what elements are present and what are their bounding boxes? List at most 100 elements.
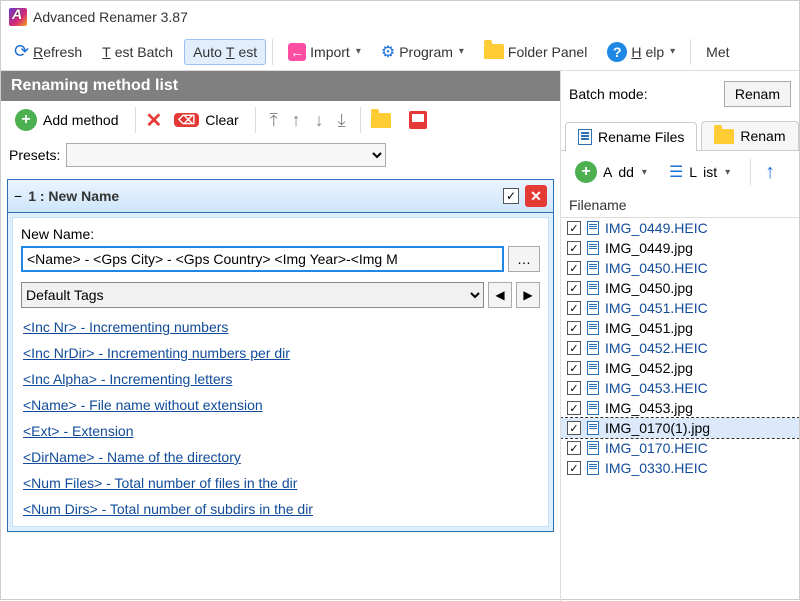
batch-mode-button[interactable]: Renam <box>724 81 791 107</box>
toolbar-separator <box>272 39 273 65</box>
file-row[interactable]: ✓IMG_0449.HEIC <box>561 218 799 238</box>
move-top-button[interactable]: ⤒ <box>266 110 282 131</box>
tag-link[interactable]: <Inc Alpha> - Incrementing letters <box>21 366 540 392</box>
ellipsis-button[interactable]: … <box>508 246 540 272</box>
list-button[interactable]: ☰ List <box>663 160 736 184</box>
file-row[interactable]: ✓IMG_0452.jpg <box>561 358 799 378</box>
file-row[interactable]: ✓ IMG_0170(1).jpg <box>561 418 799 438</box>
file-checkbox[interactable]: ✓ <box>567 381 581 395</box>
file-checkbox[interactable]: ✓ <box>567 461 581 475</box>
tags-category-select[interactable]: Default Tags <box>21 282 484 308</box>
file-checkbox[interactable]: ✓ <box>567 421 581 435</box>
clear-button[interactable]: ⌫ Clear <box>168 110 244 130</box>
file-name: IMG_0330.HEIC <box>605 460 708 476</box>
refresh-button[interactable]: ⟳ Refresh <box>5 36 91 67</box>
document-icon <box>578 129 592 145</box>
refresh-icon: ⟳ <box>14 41 29 62</box>
move-down-button[interactable]: ↓ <box>311 110 328 131</box>
window-title: Advanced Renamer 3.87 <box>33 9 188 25</box>
folder-icon <box>484 44 504 59</box>
file-icon <box>587 461 599 475</box>
file-row[interactable]: ✓ IMG_0451.HEIC <box>561 298 799 318</box>
add-files-button[interactable]: + Add <box>569 159 653 185</box>
folder-panel-button[interactable]: Folder Panel <box>475 39 596 65</box>
clear-icon: ⌫ <box>174 113 199 127</box>
save-button[interactable] <box>409 111 427 129</box>
file-checkbox[interactable]: ✓ <box>567 261 581 275</box>
presets-select[interactable] <box>66 143 386 167</box>
tag-link[interactable]: <Inc NrDir> - Incrementing numbers per d… <box>21 340 540 366</box>
method-card: − 1 : New Name ✓ ✕ New Name: … Default T… <box>7 179 554 532</box>
file-name: IMG_0451.HEIC <box>605 300 708 316</box>
auto-test-button[interactable]: Auto Test <box>184 39 266 65</box>
file-icon <box>587 281 599 295</box>
program-button[interactable]: ⚙ Program <box>372 37 473 67</box>
file-icon <box>587 341 599 355</box>
file-checkbox[interactable]: ✓ <box>567 301 581 315</box>
tab-rename-files[interactable]: Rename Files <box>565 122 697 151</box>
file-name: IMG_0452.HEIC <box>605 340 708 356</box>
tab-rename-folders[interactable]: Renam <box>701 121 798 150</box>
method-card-header[interactable]: − 1 : New Name ✓ ✕ <box>8 180 553 213</box>
move-file-up-button[interactable]: ↑ <box>765 161 775 184</box>
tag-link[interactable]: <Num Dirs> - Total number of subdirs in … <box>21 496 540 522</box>
file-icon <box>587 401 599 415</box>
new-name-input[interactable] <box>21 246 504 272</box>
file-checkbox[interactable]: ✓ <box>567 241 581 255</box>
file-row[interactable]: ✓ IMG_0330.HEIC <box>561 458 799 478</box>
column-filename-header[interactable]: Filename <box>561 193 799 218</box>
file-icon <box>587 421 599 435</box>
delete-button[interactable]: ✕ <box>146 108 163 133</box>
test-batch-button[interactable]: Test Batch <box>93 39 182 65</box>
file-row[interactable]: ✓IMG_0451.jpg <box>561 318 799 338</box>
file-name: IMG_0453.HEIC <box>605 380 708 396</box>
file-name: IMG_0450.HEIC <box>605 260 708 276</box>
file-row[interactable]: ✓IMG_0453.jpg <box>561 398 799 418</box>
file-row[interactable]: ✓IMG_0449.jpg <box>561 238 799 258</box>
help-button[interactable]: ? Help <box>598 37 684 67</box>
move-up-button[interactable]: ↑ <box>288 110 305 131</box>
file-name: IMG_0450.jpg <box>605 280 693 296</box>
file-checkbox[interactable]: ✓ <box>567 341 581 355</box>
file-icon <box>587 261 599 275</box>
file-checkbox[interactable]: ✓ <box>567 321 581 335</box>
file-checkbox[interactable]: ✓ <box>567 441 581 455</box>
method-title: 1 : New Name <box>28 188 119 204</box>
method-enabled-checkbox[interactable]: ✓ <box>503 188 519 204</box>
file-checkbox[interactable]: ✓ <box>567 401 581 415</box>
tags-next-button[interactable]: ▶ <box>516 282 540 308</box>
file-row[interactable]: ✓ IMG_0452.HEIC <box>561 338 799 358</box>
tag-link[interactable]: <Ext> - Extension <box>21 418 540 444</box>
tag-link[interactable]: <Inc Nr> - Incrementing numbers <box>21 314 540 340</box>
plus-icon: + <box>575 161 597 183</box>
met-button-truncated[interactable]: Met <box>697 39 738 65</box>
tag-link[interactable]: <Name> - File name without extension <box>21 392 540 418</box>
collapse-icon[interactable]: − <box>14 188 22 204</box>
open-folder-button[interactable] <box>371 113 391 128</box>
plus-icon: + <box>15 109 37 131</box>
folder-icon <box>714 129 734 144</box>
file-icon <box>587 301 599 315</box>
tag-link[interactable]: <DirName> - Name of the directory <box>21 444 540 470</box>
file-checkbox[interactable]: ✓ <box>567 221 581 235</box>
right-panel: Batch mode: Renam Rename Files Renam + A… <box>561 71 799 601</box>
file-row[interactable]: ✓IMG_0170.HEIC <box>561 438 799 458</box>
titlebar: Advanced Renamer 3.87 <box>1 1 799 33</box>
file-icon <box>587 321 599 335</box>
file-toolbar: + Add ☰ List ↑ <box>561 151 799 193</box>
add-method-button[interactable]: + Add method <box>9 107 125 133</box>
tags-prev-button[interactable]: ◀ <box>488 282 512 308</box>
file-name: IMG_0170(1).jpg <box>605 420 710 436</box>
method-toolbar: + Add method ✕ ⌫ Clear ⤒ ↑ ↓ ⤓ <box>1 101 560 139</box>
batch-mode-label: Batch mode: <box>569 86 648 102</box>
left-panel: Renaming method list + Add method ✕ ⌫ Cl… <box>1 71 561 601</box>
tag-link[interactable]: <Num Files> - Total number of files in t… <box>21 470 540 496</box>
file-row[interactable]: ✓ IMG_0453.HEIC <box>561 378 799 398</box>
file-row[interactable]: ✓ IMG_0450.HEIC <box>561 258 799 278</box>
file-checkbox[interactable]: ✓ <box>567 361 581 375</box>
move-bottom-button[interactable]: ⤓ <box>334 110 350 131</box>
import-button[interactable]: ← Import <box>279 38 370 66</box>
method-close-button[interactable]: ✕ <box>525 185 547 207</box>
file-checkbox[interactable]: ✓ <box>567 281 581 295</box>
file-row[interactable]: ✓ IMG_0450.jpg <box>561 278 799 298</box>
